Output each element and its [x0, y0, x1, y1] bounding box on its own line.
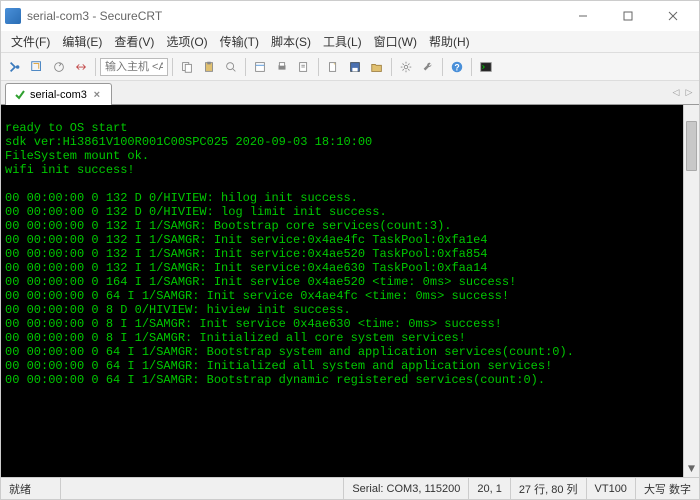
separator	[442, 58, 443, 76]
menu-help[interactable]: 帮助(H)	[425, 31, 474, 52]
save-icon[interactable]	[345, 57, 365, 77]
settings-icon[interactable]	[396, 57, 416, 77]
app-icon	[5, 8, 21, 24]
tab-close-button[interactable]: ×	[91, 89, 103, 101]
tab-label: serial-com3	[30, 89, 87, 101]
reconnect-icon[interactable]	[49, 57, 69, 77]
find-icon[interactable]	[221, 57, 241, 77]
menu-edit[interactable]: 编辑(E)	[58, 31, 106, 52]
separator	[245, 58, 246, 76]
menu-window[interactable]: 窗口(W)	[370, 31, 421, 52]
separator	[318, 58, 319, 76]
separator	[172, 58, 173, 76]
svg-text:?: ?	[454, 62, 459, 72]
quick-connect-icon[interactable]	[27, 57, 47, 77]
disconnect-icon[interactable]	[71, 57, 91, 77]
status-ready: 就绪	[1, 478, 61, 499]
scrollbar[interactable]: ▲ ▼	[683, 105, 699, 477]
toolbar: ?	[1, 53, 699, 81]
print-icon[interactable]	[272, 57, 292, 77]
connect-icon[interactable]	[5, 57, 25, 77]
close-button[interactable]	[650, 2, 695, 30]
menu-script[interactable]: 脚本(S)	[267, 31, 315, 52]
scroll-track[interactable]	[684, 121, 699, 461]
menu-file[interactable]: 文件(F)	[7, 31, 54, 52]
tab-nav: ◁ ▷	[670, 85, 695, 99]
paste-icon[interactable]	[199, 57, 219, 77]
menu-view[interactable]: 查看(V)	[110, 31, 158, 52]
tab-next-icon[interactable]: ▷	[683, 85, 695, 99]
separator	[391, 58, 392, 76]
status-term: VT100	[587, 478, 636, 499]
separator	[471, 58, 472, 76]
maximize-button[interactable]	[605, 2, 650, 30]
tab-serial-com3[interactable]: serial-com3 ×	[5, 83, 112, 105]
status-cursor: 20, 1	[469, 478, 510, 499]
log-icon[interactable]	[294, 57, 314, 77]
menu-transfer[interactable]: 传输(T)	[216, 31, 263, 52]
check-icon	[14, 89, 26, 101]
menubar: 文件(F) 编辑(E) 查看(V) 选项(O) 传输(T) 脚本(S) 工具(L…	[1, 31, 699, 53]
scroll-down-icon[interactable]: ▼	[684, 461, 699, 477]
status-size: 27 行, 80 列	[511, 478, 587, 499]
menu-tools[interactable]: 工具(L)	[319, 31, 366, 52]
statusbar: 就绪 Serial: COM3, 115200 20, 1 27 行, 80 列…	[1, 477, 699, 499]
minimize-button[interactable]	[560, 2, 605, 30]
status-serial: Serial: COM3, 115200	[344, 478, 469, 499]
status-caps: 大写 数字	[636, 478, 699, 499]
separator	[95, 58, 96, 76]
window-title: serial-com3 - SecureCRT	[27, 9, 560, 23]
menu-options[interactable]: 选项(O)	[162, 31, 211, 52]
titlebar: serial-com3 - SecureCRT	[1, 1, 699, 31]
copy-icon[interactable]	[177, 57, 197, 77]
properties-icon[interactable]	[250, 57, 270, 77]
tab-prev-icon[interactable]: ◁	[670, 85, 682, 99]
scroll-thumb[interactable]	[686, 121, 697, 171]
open-icon[interactable]	[367, 57, 387, 77]
help-icon[interactable]: ?	[447, 57, 467, 77]
tab-bar: serial-com3 × ◁ ▷	[1, 81, 699, 105]
host-input[interactable]	[100, 58, 168, 76]
tools-icon[interactable]	[418, 57, 438, 77]
terminal-text: ready to OS start sdk ver:Hi3861V100R001…	[5, 121, 574, 387]
terminal-icon[interactable]	[476, 57, 496, 77]
new-icon[interactable]	[323, 57, 343, 77]
terminal-output[interactable]: ready to OS start sdk ver:Hi3861V100R001…	[1, 105, 699, 477]
status-spacer	[61, 478, 344, 499]
